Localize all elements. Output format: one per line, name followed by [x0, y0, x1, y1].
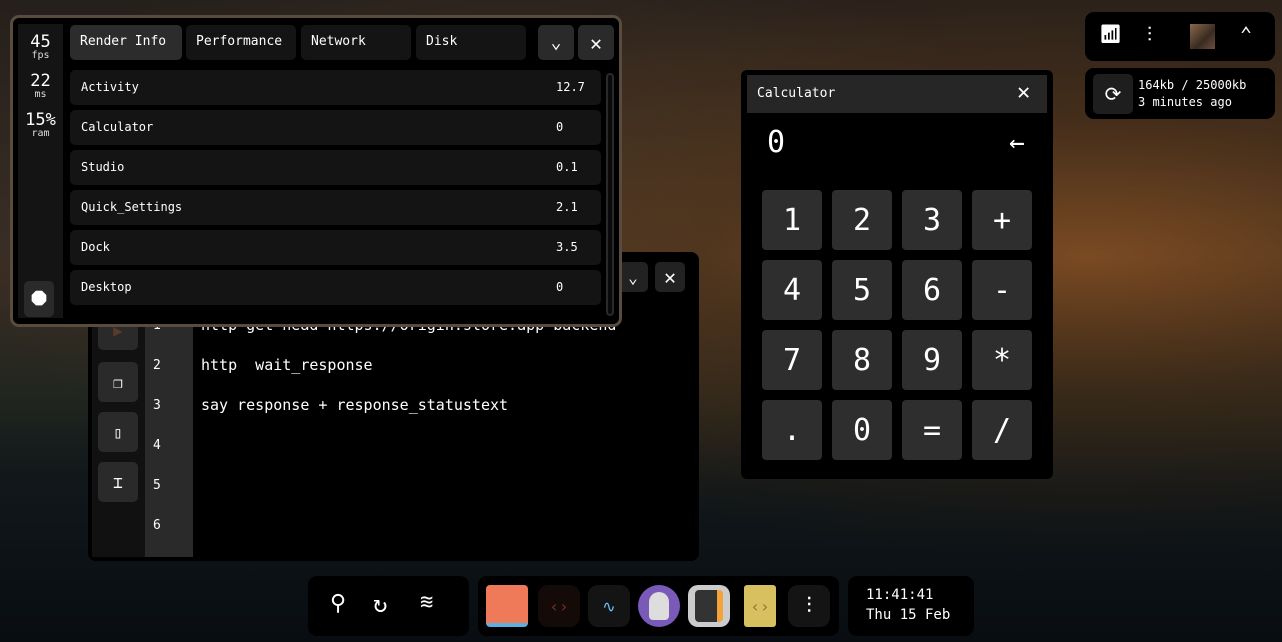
duplicate-button[interactable]: ❐ [98, 362, 138, 402]
code-line[interactable]: say response + response_statustext [201, 396, 508, 414]
ram-stat: 15% ram [25, 110, 56, 139]
latency-stat: 22 ms [30, 71, 51, 100]
stats-sidebar: 45 fps 22 ms 15% ram ⯃ [18, 24, 63, 318]
text-cursor-icon: ⌶ [113, 472, 123, 492]
calc-key[interactable]: 7 [762, 330, 822, 390]
window-title: Calculator [757, 86, 836, 101]
line-number: 5 [153, 478, 161, 493]
calc-key[interactable]: 9 [902, 330, 962, 390]
calc-key[interactable]: 3 [902, 190, 962, 250]
calc-key[interactable]: 1 [762, 190, 822, 250]
settings-sliders-icon[interactable]: ⫶ [788, 585, 830, 627]
dock-apps: ‹› ∿ ‹› ⫶ [478, 576, 839, 636]
calc-key[interactable]: 0 [832, 400, 892, 460]
calculator-display: 0 [767, 125, 786, 160]
line-number: 2 [153, 358, 161, 373]
sync-status-panel: ⟳ 164kb / 25000kb 3 minutes ago [1085, 68, 1275, 119]
wifi-icon[interactable]: 📶︎ [1099, 24, 1122, 45]
chevron-up-icon[interactable]: ⌃ [1240, 22, 1252, 46]
close-button[interactable]: ✕ [655, 262, 685, 292]
line-number: 6 [153, 518, 161, 533]
sync-time: 3 minutes ago [1138, 95, 1232, 109]
calc-key[interactable]: + [972, 190, 1032, 250]
close-icon: ✕ [663, 265, 677, 289]
calc-key[interactable]: 2 [832, 190, 892, 250]
clock-date: Thu 15 Feb [866, 607, 951, 623]
calc-key[interactable]: = [902, 400, 962, 460]
list-item[interactable]: Dock 3.5 [70, 230, 601, 265]
search-icon[interactable]: ⚲ [330, 591, 346, 616]
title-bar: Calculator ✕ [747, 75, 1047, 113]
line-number: 4 [153, 438, 161, 453]
calc-key[interactable]: 4 [762, 260, 822, 320]
close-button[interactable]: ✕ [578, 25, 614, 60]
sliders-icon[interactable]: ⫶ [1147, 22, 1152, 46]
system-tray: 📶︎ ⫶ ⌃ [1085, 12, 1275, 61]
list-item[interactable]: Calculator 0 [70, 110, 601, 145]
collapse-button[interactable]: ⌄ [538, 25, 574, 60]
octagon-icon: ⯃ [31, 287, 47, 311]
tab-disk[interactable]: Disk [416, 25, 526, 60]
list-item[interactable]: Studio 0.1 [70, 150, 601, 185]
close-icon[interactable]: ✕ [1017, 80, 1030, 105]
list-item[interactable]: Activity 12.7 [70, 70, 601, 105]
fps-stat: 45 fps [30, 32, 51, 61]
files-app-icon[interactable] [486, 585, 528, 627]
clock-time: 11:41:41 [866, 587, 934, 603]
code-line[interactable]: http wait_response [201, 356, 373, 374]
performance-window: 45 fps 22 ms 15% ram ⯃ Render Info Performa… [10, 15, 622, 327]
script-file-icon[interactable]: ‹› [744, 585, 776, 627]
collapse-button[interactable]: ⌄ [618, 262, 648, 292]
line-number: 3 [153, 398, 161, 413]
calc-key[interactable]: . [762, 400, 822, 460]
tab-network[interactable]: Network [301, 25, 411, 60]
calculator-app-icon[interactable] [688, 585, 730, 627]
close-icon: ✕ [589, 30, 603, 55]
dock-system-group: ⚲ ↻ ≋ [308, 576, 469, 636]
sync-button[interactable]: ⟳ [1093, 74, 1133, 114]
layers-icon[interactable]: ≋ [420, 590, 433, 615]
activity-app-icon[interactable]: ∿ [588, 585, 630, 627]
power-button[interactable]: ⯃ [24, 281, 54, 317]
clipboard-icon: ▯ [113, 422, 123, 442]
clipboard-button[interactable]: ▯ [98, 412, 138, 452]
format-button[interactable]: ⌶ [98, 462, 138, 502]
list-item[interactable]: Quick_Settings 2.1 [70, 190, 601, 225]
calc-key[interactable]: 6 [902, 260, 962, 320]
app-launcher-icon[interactable] [638, 585, 680, 627]
tab-performance[interactable]: Performance [186, 25, 296, 60]
sync-usage: 164kb / 25000kb [1138, 78, 1247, 92]
clock-widget: 11:41:41 Thu 15 Feb [848, 576, 974, 636]
backspace-arrow-icon[interactable]: ← [1009, 128, 1025, 158]
calculator-window: Calculator ✕ 0 ← 1 2 3 +4 5 6-7 8 9 *. 0 = / [741, 70, 1053, 479]
calc-key[interactable]: / [972, 400, 1032, 460]
tab-render-info[interactable]: Render Info [70, 25, 182, 60]
chevron-down-icon: ⌄ [628, 267, 638, 287]
code-app-icon[interactable]: ‹› [538, 585, 580, 627]
user-avatar[interactable] [1190, 24, 1215, 49]
refresh-icon[interactable]: ↻ [373, 590, 387, 618]
scrollbar[interactable] [606, 73, 614, 316]
chevron-down-icon: ⌄ [550, 32, 562, 53]
calc-key[interactable]: - [972, 260, 1032, 320]
calc-key[interactable]: 8 [832, 330, 892, 390]
sync-icon: ⟳ [1104, 82, 1122, 106]
copy-icon: ❐ [113, 372, 123, 392]
calc-key[interactable]: * [972, 330, 1032, 390]
calc-key[interactable]: 5 [832, 260, 892, 320]
list-item[interactable]: Desktop 0 [70, 270, 601, 305]
